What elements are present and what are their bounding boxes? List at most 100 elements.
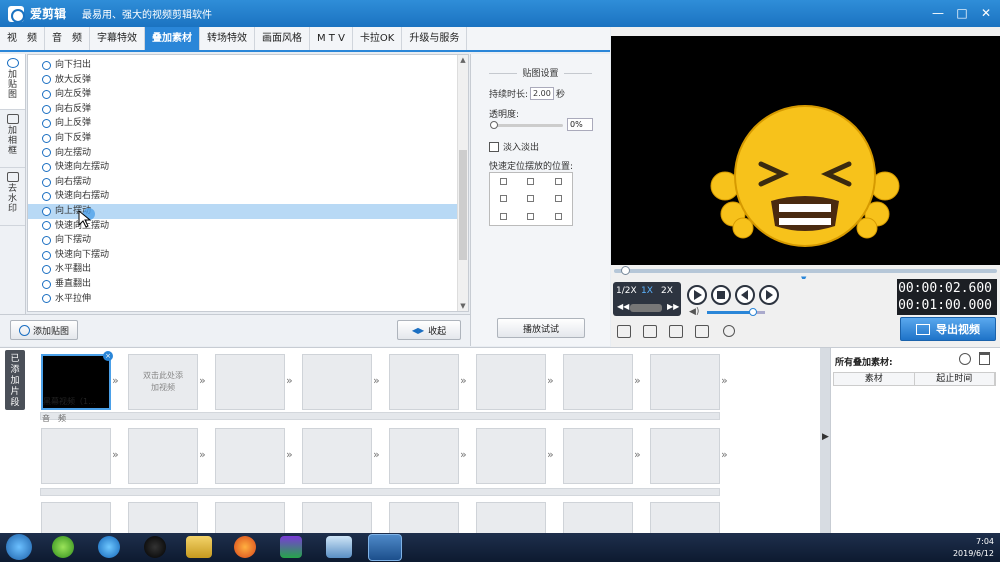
position-middle-right[interactable] [545,190,572,207]
firefox-icon[interactable] [234,536,256,558]
playback-progress-knob[interactable] [621,266,631,275]
volume-slider[interactable] [707,308,765,316]
empty-clip-slot[interactable] [302,354,372,410]
empty-clip-slot[interactable] [302,502,372,534]
minimize-button[interactable]: — [928,4,948,22]
volume-icon[interactable]: ◀) [689,307,699,317]
fade-checkbox[interactable] [489,141,499,152]
speed-track[interactable] [630,304,662,312]
empty-clip-slot[interactable] [215,502,285,534]
sidebar-item-add-sticker[interactable]: 加贴图 [0,54,25,110]
tab-upgrade-service[interactable]: 升级与服务 [402,27,468,50]
empty-clip-slot[interactable] [41,502,111,534]
iqiyi-icon[interactable] [280,536,302,558]
sidebar-item-add-frame[interactable]: 加相框 [0,110,25,168]
tab-subtitle-effects[interactable]: 字幕特效 [90,27,145,50]
duration-input[interactable]: 2.00 [530,87,555,100]
radio-icon[interactable] [42,148,51,158]
position-center[interactable] [517,190,544,207]
empty-clip-slot[interactable] [389,428,459,484]
effect-list-item[interactable]: 向右摆动 [28,175,468,190]
empty-clip-slot[interactable] [128,502,198,534]
playback-progress-bar[interactable] [614,266,997,275]
radio-icon[interactable] [42,279,51,289]
effect-list-item[interactable]: 向左反弹 [28,87,468,102]
new-project-icon[interactable] [617,325,631,338]
empty-clip-slot[interactable] [563,354,633,410]
add-video-placeholder[interactable]: 双击此处添加视频 [128,354,198,410]
empty-clip-slot[interactable] [389,354,459,410]
sidebar-item-remove-watermark[interactable]: 去水印 [0,168,25,226]
stop-button[interactable] [711,285,731,305]
empty-clip-slot[interactable] [563,502,633,534]
empty-clip-slot[interactable] [563,428,633,484]
radio-icon[interactable] [42,133,51,143]
file-explorer-icon[interactable] [186,536,212,558]
radio-icon[interactable] [42,265,51,275]
tab-karaoke[interactable]: 卡拉OK [353,27,403,50]
radio-icon[interactable] [42,75,51,85]
empty-clip-slot[interactable] [128,428,198,484]
effect-list-item[interactable]: 向上反弹 [28,116,468,131]
radio-icon[interactable] [42,235,51,245]
tab-overlay-material[interactable]: 叠加素材 [145,27,200,50]
radio-icon[interactable] [42,60,51,70]
window-app-icon[interactable] [326,536,352,558]
360-icon[interactable] [52,536,74,558]
radio-icon[interactable] [42,89,51,99]
empty-clip-slot[interactable] [389,502,459,534]
position-middle-left[interactable] [490,190,517,207]
tab-mtv[interactable]: M T V [310,27,353,50]
start-button-icon[interactable] [6,534,32,560]
prev-frame-button[interactable] [735,285,755,305]
radio-icon[interactable] [42,162,51,172]
effect-list-item[interactable]: 快速向左摆动 [28,160,468,175]
position-top-center[interactable] [517,173,544,190]
close-button[interactable]: ✕ [976,4,996,22]
play-button[interactable] [687,285,707,305]
undo-icon[interactable] [959,353,971,365]
empty-clip-slot[interactable] [650,354,720,410]
radio-icon[interactable] [42,221,51,231]
radio-icon[interactable] [42,119,51,129]
radio-icon[interactable] [42,192,51,202]
tab-video[interactable]: 视 频 [0,27,45,50]
aijianji-taskbar-icon[interactable] [368,534,402,561]
scrollbar-thumb[interactable] [459,150,467,260]
maximize-button[interactable]: □ [952,4,972,22]
effect-list-item[interactable]: 快速向下摆动 [28,248,468,263]
trash-icon[interactable] [979,352,990,365]
remove-clip-icon[interactable]: × [103,351,113,361]
effect-list-item[interactable]: 向下扫出 [28,58,468,73]
empty-clip-slot[interactable] [215,428,285,484]
speed-1x[interactable]: 1X [641,286,653,296]
opacity-slider[interactable] [490,121,563,129]
position-bottom-center[interactable] [517,208,544,225]
empty-clip-slot[interactable] [476,354,546,410]
faster-icon[interactable]: ▶▶ [667,302,679,311]
radio-icon[interactable] [42,206,51,216]
qq-icon[interactable] [144,536,166,558]
opacity-slider-knob[interactable] [490,121,498,129]
radio-icon[interactable] [42,177,51,187]
empty-clip-slot[interactable] [650,428,720,484]
collapse-button[interactable]: ◀▶ 收起 [397,320,461,340]
empty-clip-slot[interactable] [476,428,546,484]
speed-half[interactable]: 1/2X [616,286,637,296]
empty-clip-slot[interactable] [476,502,546,534]
effect-list-item[interactable]: 快速向右摆动 [28,189,468,204]
effect-list-item[interactable]: 垂直翻出 [28,277,468,292]
effect-list-item[interactable]: 向下反弹 [28,131,468,146]
position-bottom-left[interactable] [490,208,517,225]
share-icon[interactable] [723,325,735,337]
save-icon[interactable] [669,325,683,338]
effect-list-item[interactable]: 水平翻出 [28,262,468,277]
position-bottom-right[interactable] [545,208,572,225]
save-as-icon[interactable] [695,325,709,338]
add-sticker-button[interactable]: 添加贴图 [10,320,78,340]
slower-icon[interactable]: ◀◀ [617,302,629,311]
list-scrollbar[interactable]: ▲ ▼ [457,55,468,311]
empty-clip-slot[interactable] [650,502,720,534]
open-folder-icon[interactable] [643,325,657,338]
export-video-button[interactable]: 导出视频 [900,317,996,341]
